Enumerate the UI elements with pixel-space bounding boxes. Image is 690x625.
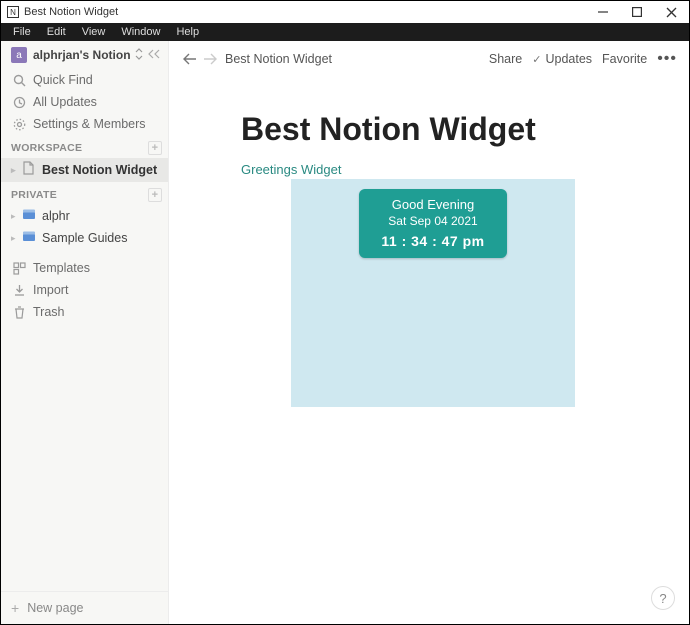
page-icon xyxy=(23,231,37,245)
sidebar-item-label: Templates xyxy=(33,261,90,275)
menu-file[interactable]: File xyxy=(5,25,39,39)
add-page-button[interactable]: + xyxy=(148,141,162,155)
titlebar: N Best Notion Widget xyxy=(1,1,689,23)
chevron-right-icon[interactable]: ▸ xyxy=(11,211,21,222)
page-topbar: Best Notion Widget Share ✓ Updates Favor… xyxy=(169,41,689,77)
section-label: PRIVATE xyxy=(11,189,57,201)
widget-date: Sat Sep 04 2021 xyxy=(365,214,501,228)
sidebar-section-private[interactable]: PRIVATE + xyxy=(1,182,168,205)
chevron-updown-icon xyxy=(135,49,143,61)
sidebar-item-quick-find[interactable]: Quick Find xyxy=(1,69,168,91)
add-page-button[interactable]: + xyxy=(148,188,162,202)
clock-icon xyxy=(11,96,27,109)
favorite-button[interactable]: Favorite xyxy=(602,52,647,66)
app-icon: N xyxy=(7,6,19,18)
share-button[interactable]: Share xyxy=(489,52,522,66)
sidebar-item-trash[interactable]: Trash xyxy=(1,301,168,323)
menu-window[interactable]: Window xyxy=(113,25,168,39)
sidebar-section-workspace[interactable]: WORKSPACE + xyxy=(1,135,168,158)
sidebar-item-label: Settings & Members xyxy=(33,117,146,131)
page-title[interactable]: Best Notion Widget xyxy=(241,111,621,148)
trash-icon xyxy=(11,306,27,319)
menubar: File Edit View Window Help xyxy=(1,23,689,41)
page-icon xyxy=(23,162,37,178)
updates-button[interactable]: ✓ Updates xyxy=(532,52,592,66)
window-minimize-button[interactable] xyxy=(593,5,613,19)
sidebar-item-label: Trash xyxy=(33,305,65,319)
sidebar-item-label: Import xyxy=(33,283,68,297)
menu-help[interactable]: Help xyxy=(168,25,207,39)
plus-icon: + xyxy=(11,600,19,616)
templates-icon xyxy=(11,262,27,275)
sidebar-item-settings[interactable]: Settings & Members xyxy=(1,113,168,135)
sidebar-item-import[interactable]: Import xyxy=(1,279,168,301)
sidebar-page-best-notion-widget[interactable]: ▸ Best Notion Widget xyxy=(1,158,168,182)
widget-time: 11 : 34 : 47 pm xyxy=(365,233,501,249)
sidebar-item-templates[interactable]: Templates xyxy=(1,257,168,279)
sidebar-item-label: All Updates xyxy=(33,95,97,109)
sidebar-page-alphr[interactable]: ▸ alphr xyxy=(1,205,168,227)
breadcrumb[interactable]: Best Notion Widget xyxy=(225,52,332,66)
collapse-sidebar-button[interactable] xyxy=(148,49,160,62)
content-area: Best Notion Widget Share ✓ Updates Favor… xyxy=(169,41,689,624)
page-body: Best Notion Widget Greetings Widget Good… xyxy=(169,77,689,407)
new-page-button[interactable]: + New page xyxy=(1,591,168,624)
embed-block[interactable]: Good Evening Sat Sep 04 2021 11 : 34 : 4… xyxy=(291,179,575,407)
workspace-switcher[interactable]: a alphrjan's Notion xyxy=(1,41,168,69)
section-label: WORKSPACE xyxy=(11,142,82,154)
window-maximize-button[interactable] xyxy=(627,5,647,19)
workspace-name: alphrjan's Notion xyxy=(33,48,131,62)
more-button[interactable]: ••• xyxy=(657,50,677,68)
widget-greeting: Good Evening xyxy=(365,197,501,212)
window-close-button[interactable] xyxy=(661,5,681,19)
new-page-label: New page xyxy=(27,601,83,615)
import-icon xyxy=(11,284,27,297)
page-label: Sample Guides xyxy=(42,231,127,245)
menu-edit[interactable]: Edit xyxy=(39,25,74,39)
check-icon: ✓ xyxy=(532,53,541,66)
chevron-right-icon[interactable]: ▸ xyxy=(11,165,21,176)
window-title: Best Notion Widget xyxy=(24,6,593,18)
workspace-avatar: a xyxy=(11,47,27,63)
sidebar-item-label: Quick Find xyxy=(33,73,93,87)
back-button[interactable] xyxy=(181,53,199,65)
chevron-right-icon[interactable]: ▸ xyxy=(11,233,21,244)
menu-view[interactable]: View xyxy=(74,25,114,39)
sidebar-page-sample-guides[interactable]: ▸ Sample Guides xyxy=(1,227,168,249)
page-label: alphr xyxy=(42,209,70,223)
search-icon xyxy=(11,74,27,87)
greetings-widget-link[interactable]: Greetings Widget xyxy=(241,162,621,177)
updates-label: Updates xyxy=(545,52,592,66)
sidebar: a alphrjan's Notion Quick Find xyxy=(1,41,169,624)
forward-button[interactable] xyxy=(201,53,219,65)
page-icon xyxy=(23,209,37,223)
help-button[interactable]: ? xyxy=(651,586,675,610)
gear-icon xyxy=(11,118,27,131)
sidebar-item-all-updates[interactable]: All Updates xyxy=(1,91,168,113)
page-label: Best Notion Widget xyxy=(42,163,157,177)
clock-widget: Good Evening Sat Sep 04 2021 11 : 34 : 4… xyxy=(359,189,507,258)
